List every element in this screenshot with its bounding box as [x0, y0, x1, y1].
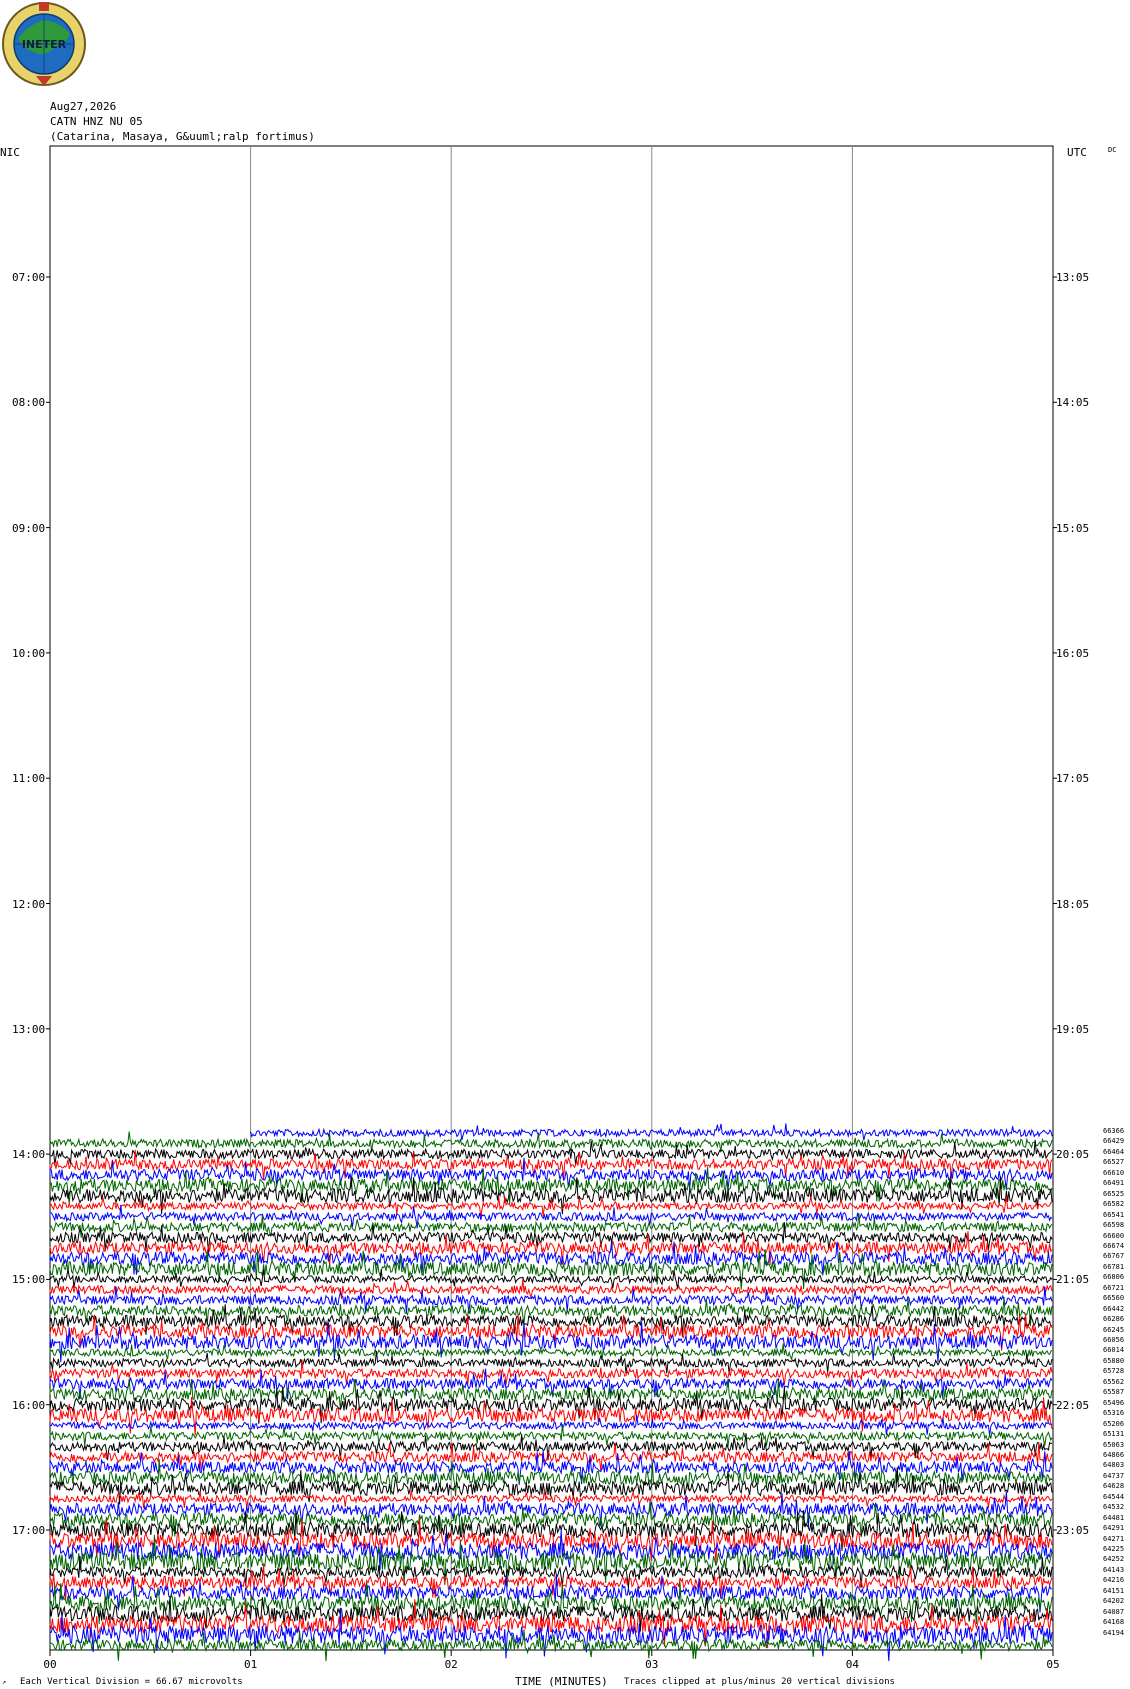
local-time-label: 15:00 [12, 1273, 46, 1287]
trace-rms-label: 65880 [1103, 1356, 1125, 1365]
trace-rms-label: 65063 [1103, 1440, 1125, 1449]
x-tick-label: 03 [645, 1658, 658, 1671]
trace-rms-label: 64143 [1103, 1565, 1125, 1574]
utc-time-label: 15:05 [1056, 521, 1090, 535]
local-time-label: 09:00 [12, 521, 46, 535]
x-tick-label: 05 [1046, 1658, 1059, 1671]
trace-rms-label: 64544 [1103, 1492, 1125, 1501]
trace-rms-label: 64202 [1103, 1597, 1125, 1606]
trace-rms-label: 64168 [1103, 1618, 1125, 1627]
local-time-label: 10:00 [12, 646, 46, 660]
x-tick-label: 00 [43, 1658, 56, 1671]
x-axis-title: TIME (MINUTES) [515, 1675, 608, 1688]
local-time-label: 11:00 [12, 772, 46, 786]
local-time-label: 13:00 [12, 1022, 46, 1036]
trace-rms-label: 66527 [1103, 1158, 1125, 1167]
trace-rms-label: 65562 [1103, 1377, 1125, 1386]
trace-rms-label: 66806 [1103, 1273, 1125, 1282]
local-time-label: 14:00 [12, 1148, 46, 1162]
trace-rms-label: 66286 [1103, 1315, 1125, 1324]
helicorder-plot: 00 01 02 03 04 05 [43, 145, 1060, 1671]
seismic-traces [49, 1123, 1053, 1662]
trace-rms-label: 66674 [1103, 1241, 1125, 1250]
trace-rms-label: 65496 [1103, 1398, 1125, 1407]
trace-rms-label: 64291 [1103, 1524, 1125, 1533]
trace-rms-label: 66014 [1103, 1346, 1125, 1355]
trace-rms-label: 66560 [1103, 1294, 1125, 1303]
utc-time-label: 16:05 [1056, 646, 1090, 660]
trace-rms-label: 64803 [1103, 1461, 1125, 1470]
utc-time-label: 19:05 [1056, 1022, 1090, 1036]
trace-rms-label: 64225 [1103, 1545, 1125, 1553]
trace-rms-label: 64151 [1103, 1586, 1125, 1595]
trace-rms-label: 66525 [1103, 1189, 1125, 1198]
x-tick-label: 02 [445, 1658, 458, 1671]
trace-rms-label: 64252 [1103, 1555, 1125, 1564]
utc-time-label: 23:05 [1056, 1524, 1090, 1537]
trace-rms-label: 66541 [1103, 1210, 1125, 1219]
trace-rms-label: 64271 [1103, 1534, 1125, 1543]
utc-time-label: 14:05 [1056, 396, 1090, 410]
utc-time-label: 17:05 [1056, 772, 1090, 786]
clip-note: Traces clipped at plus/minus 20 vertical… [624, 1677, 895, 1687]
local-time-label: 08:00 [12, 396, 46, 410]
trace-rms-label: 66600 [1103, 1231, 1125, 1240]
scale-icon: ↗ [2, 1678, 7, 1686]
trace-rms-label: 66245 [1103, 1325, 1125, 1334]
trace-rms-label: 64532 [1103, 1503, 1125, 1512]
utc-time-label: 20:05 [1056, 1148, 1090, 1162]
trace-rms-label: 66056 [1103, 1336, 1125, 1344]
trace-rms-label: 66366 [1103, 1127, 1125, 1135]
local-time-label: 12:00 [12, 897, 46, 911]
utc-time-label: 22:05 [1056, 1398, 1090, 1412]
trace-rms-label: 64216 [1103, 1576, 1125, 1585]
trace-rms-label: 66491 [1103, 1179, 1125, 1188]
local-time-label: 17:00 [12, 1524, 46, 1537]
trace-rms-label: 64194 [1103, 1628, 1125, 1637]
x-tick-label: 04 [846, 1658, 860, 1671]
local-time-label: 16:00 [12, 1398, 46, 1412]
utc-time-label: 21:05 [1056, 1273, 1090, 1287]
trace-rms-label: 64866 [1103, 1450, 1125, 1459]
trace-rms-label: 66429 [1103, 1137, 1125, 1146]
trace-rms-label: 65206 [1103, 1419, 1125, 1428]
trace-rms-label: 65587 [1103, 1388, 1125, 1397]
division-label: Each Vertical Division = [20, 1677, 151, 1687]
trace-rms-label: 66598 [1103, 1221, 1125, 1230]
trace-rms-label: 64087 [1103, 1607, 1125, 1616]
trace-rms-label: 66721 [1103, 1283, 1125, 1292]
trace-rms-label: 66442 [1103, 1304, 1125, 1313]
trace-rms-label: 66582 [1103, 1200, 1125, 1209]
x-axis-ticks: 00 01 02 03 04 05 [43, 1650, 1060, 1671]
trace-rms-label: 65131 [1103, 1430, 1125, 1439]
microvolts-label: 66.67 microvolts [156, 1677, 243, 1687]
x-tick-label: 01 [244, 1658, 257, 1671]
local-time-label: 07:00 [12, 271, 46, 284]
trace-rms-label: 64628 [1103, 1482, 1125, 1491]
trace-rms-label: 64737 [1103, 1471, 1125, 1480]
utc-time-label: 18:05 [1056, 897, 1090, 911]
trace-rms-label: 65728 [1103, 1367, 1125, 1376]
trace-rms-label: 64481 [1103, 1513, 1125, 1522]
trace-rms-label: 65316 [1103, 1409, 1125, 1418]
trace-rms-label: 66781 [1103, 1262, 1125, 1271]
trace-rms-label: 66610 [1103, 1168, 1125, 1177]
trace-rms-label: 66767 [1103, 1252, 1125, 1261]
utc-time-label: 13:05 [1056, 271, 1090, 284]
trace-rms-label: 66464 [1103, 1147, 1125, 1156]
